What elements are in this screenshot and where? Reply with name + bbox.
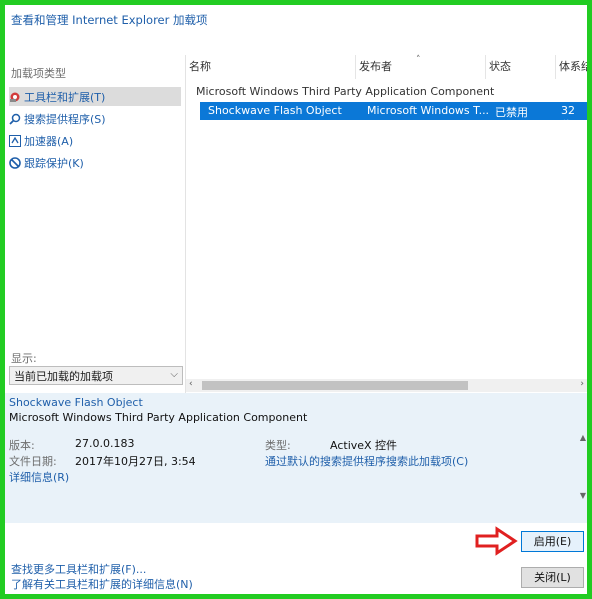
version-value: 27.0.0.183 (75, 437, 135, 450)
scroll-left-icon[interactable]: ‹ (189, 379, 193, 389)
version-label: 版本: (9, 439, 35, 452)
details-scrollbar[interactable]: ▲ ▼ (577, 433, 587, 503)
scroll-up-icon[interactable]: ▲ (580, 433, 586, 442)
row-publisher: Microsoft Windows T... (367, 104, 490, 117)
addon-types-header: 加载项类型 (11, 67, 66, 80)
gear-icon (9, 91, 21, 103)
chevron-down-icon: ⌵ (170, 369, 178, 380)
detail-publisher: Microsoft Windows Third Party Applicatio… (9, 411, 308, 424)
type-value: ActiveX 控件 (330, 439, 398, 452)
addon-type-pane: 加载项类型 工具栏和扩展(T) 搜索提供程序(S) 加速器(A) 跟踪保护(K) (5, 61, 185, 391)
show-filter-dropdown[interactable]: 当前已加载的加载项 ⌵ (9, 366, 183, 385)
sidebar-item-label: 工具栏和扩展(T) (24, 90, 106, 104)
sidebar-item-search-providers[interactable]: 搜索提供程序(S) (9, 109, 181, 128)
show-filter-value: 当前已加载的加载项 (14, 369, 113, 383)
scroll-down-icon[interactable]: ▼ (580, 491, 586, 500)
find-more-toolbars-link[interactable]: 查找更多工具栏和扩展(F)... (11, 561, 146, 577)
addon-list: 名称 发布者 状态 体系结 ˄ Microsoft Windows Third … (186, 55, 587, 393)
file-date-value: 2017年10月27日, 3:54 (75, 455, 196, 468)
horizontal-scrollbar[interactable]: ‹ › (186, 379, 587, 392)
scrollbar-thumb[interactable] (202, 381, 468, 390)
annotation-arrow-icon (475, 526, 518, 556)
search-addon-link[interactable]: 通过默认的搜索提供程序搜索此加载项(C) (265, 453, 468, 469)
block-icon (9, 156, 21, 169)
type-label: 类型: (265, 439, 291, 452)
row-architecture: 32 位 (561, 104, 575, 132)
table-row[interactable]: Shockwave Flash Object Microsoft Windows… (200, 102, 587, 132)
sidebar-item-accelerators[interactable]: 加速器(A) (9, 131, 181, 150)
close-button[interactable]: 关闭(L) (521, 567, 584, 588)
learn-more-toolbars-link[interactable]: 了解有关工具栏和扩展的详细信息(N) (11, 576, 193, 592)
manage-addons-dialog: 查看和管理 Internet Explorer 加载项 加载项类型 工具栏和扩展… (5, 5, 587, 594)
sidebar-item-label: 搜索提供程序(S) (24, 112, 106, 126)
more-info-link[interactable]: 详细信息(R) (9, 469, 69, 485)
enable-button[interactable]: 启用(E) (521, 531, 584, 552)
column-header-architecture[interactable]: 体系结 (556, 55, 587, 79)
details-panel: Shockwave Flash Object Microsoft Windows… (5, 393, 587, 523)
column-header-publisher[interactable]: 发布者 (356, 55, 486, 79)
column-header-name[interactable]: 名称 (186, 55, 356, 79)
sidebar-item-tracking-protection[interactable]: 跟踪保护(K) (9, 153, 181, 172)
column-header-status[interactable]: 状态 (486, 55, 556, 79)
search-icon (9, 113, 21, 125)
row-status: 已禁用 (495, 106, 528, 119)
sidebar-item-toolbars[interactable]: 工具栏和扩展(T) (9, 87, 181, 106)
accelerator-icon (9, 134, 21, 147)
row-name: Shockwave Flash Object (208, 104, 342, 117)
file-date-label: 文件日期: (9, 455, 57, 468)
sidebar-item-label: 加速器(A) (24, 134, 74, 148)
dialog-title: 查看和管理 Internet Explorer 加载项 (11, 13, 208, 27)
show-label: 显示: (11, 352, 37, 365)
group-header: Microsoft Windows Third Party Applicatio… (196, 85, 495, 98)
detail-addon-name: Shockwave Flash Object (9, 396, 143, 409)
scroll-right-icon[interactable]: › (580, 379, 584, 389)
sidebar-item-label: 跟踪保护(K) (24, 156, 84, 170)
sort-indicator-icon: ˄ (416, 55, 421, 65)
